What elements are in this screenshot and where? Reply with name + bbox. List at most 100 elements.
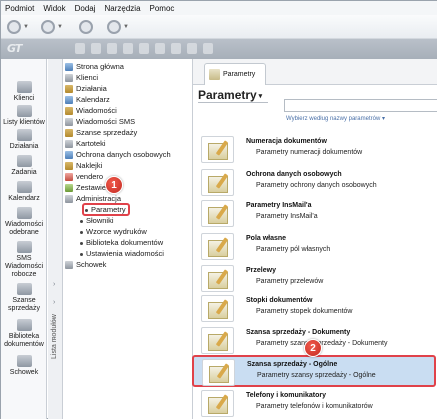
tree-item-klienci[interactable]: Klienci xyxy=(65,73,98,82)
tree-item-dzialania[interactable]: Działania xyxy=(65,84,107,93)
rail-item-klienci[interactable]: Klienci xyxy=(1,81,47,103)
actions-icon xyxy=(16,129,32,141)
parameters-icon xyxy=(201,295,234,322)
param-row-numeracja[interactable]: Numeracja dokumentów Parametry numeracji … xyxy=(193,134,437,165)
bullet-icon xyxy=(85,208,88,212)
refresh-button[interactable] xyxy=(79,18,93,36)
mail-icon[interactable] xyxy=(187,43,197,54)
tree-item-ochrona-danych[interactable]: Ochrona danych osobowych xyxy=(65,150,171,159)
param-row-pola-wlasne[interactable]: Pola własne Parametry pól własnych xyxy=(193,231,437,262)
mail-icon xyxy=(65,106,73,115)
print-icon[interactable] xyxy=(75,43,85,54)
admin-icon xyxy=(65,194,73,203)
calendar-icon xyxy=(16,181,32,193)
tree-subitem-slowniki[interactable]: Słowniki xyxy=(80,216,114,225)
filter-icon[interactable] xyxy=(107,43,117,54)
chevron-right-icon[interactable]: › xyxy=(53,281,55,288)
tree-subitem-biblioteka-dokumentow[interactable]: Biblioteka dokumentów xyxy=(80,238,163,247)
tree-item-kartoteki[interactable]: Kartoteki xyxy=(65,139,106,148)
clients-icon xyxy=(65,73,73,82)
vendero-icon xyxy=(65,172,73,181)
rail-item-szanse-sprzedazy[interactable]: Szanse sprzedaży xyxy=(1,283,47,313)
tree-subitem-wzorce-wydrukow[interactable]: Wzorce wydruków xyxy=(80,227,147,236)
help-button[interactable]: ▼ xyxy=(107,18,129,36)
lock-icon[interactable] xyxy=(203,43,213,54)
client-lists-icon xyxy=(16,105,32,117)
tree-item-schowek[interactable]: Schowek xyxy=(65,260,106,269)
search-input[interactable] xyxy=(284,99,437,112)
rail-item-wiadomosci-odebrane[interactable]: Wiadomości odebrane xyxy=(1,207,47,237)
menu-podmiot[interactable]: Podmiot xyxy=(5,4,34,13)
parameters-icon xyxy=(201,136,234,163)
ribbon-icons xyxy=(75,43,213,54)
chevron-down-icon: ▼ xyxy=(57,24,63,30)
export-icon[interactable] xyxy=(91,43,101,54)
tree-subitem-parametry[interactable]: Parametry xyxy=(82,203,130,216)
rail-item-zadania[interactable]: Zadania xyxy=(1,155,47,177)
bullet-icon xyxy=(80,252,83,256)
delete-icon[interactable] xyxy=(139,43,149,54)
param-row-telefony[interactable]: Telefony i komunikatory Parametry telefon… xyxy=(193,388,437,419)
sticker-icon xyxy=(65,161,73,170)
tab-parametry[interactable]: Parametry xyxy=(204,63,266,85)
menu-narzedzia[interactable]: Narzędzia xyxy=(105,4,141,13)
back-button[interactable]: ▼ xyxy=(7,18,29,36)
rail-item-listy-klientow[interactable]: Listy klientów xyxy=(1,105,47,127)
parameters-icon xyxy=(201,233,234,260)
param-row-ochrona-danych[interactable]: Ochrona danych osobowych Parametry ochron… xyxy=(193,167,437,198)
rail-item-biblioteka[interactable]: Biblioteka dokumentów xyxy=(1,319,47,349)
tree-item-wiadomosci-sms[interactable]: Wiadomości SMS xyxy=(65,117,135,126)
search-by-name-link[interactable]: Wybierz według nazwy parametrów ▾ xyxy=(286,115,385,122)
tree-subitem-ustawienia-wiadomosci[interactable]: Ustawienia wiadomości xyxy=(80,249,164,258)
clipboard-icon xyxy=(65,260,73,269)
toolbar: ▼ ▼ ▼ xyxy=(1,15,437,39)
tree-item-strona-glowna[interactable]: Strona główna xyxy=(65,62,124,71)
actions-icon xyxy=(65,84,73,93)
user-icon[interactable] xyxy=(171,43,181,54)
forward-button[interactable]: ▼ xyxy=(41,18,63,36)
tasks-icon xyxy=(16,155,32,167)
module-rail: Klienci Listy klientów Działania Zadania… xyxy=(1,59,47,419)
chevron-down-icon: ▼ xyxy=(23,24,29,30)
back-icon xyxy=(7,20,21,34)
parameters-icon xyxy=(202,359,235,386)
inbox-icon xyxy=(16,207,32,219)
document-library-icon xyxy=(16,319,32,331)
tree-item-administracja[interactable]: Administracja xyxy=(65,194,121,203)
param-row-szansa-ogolne[interactable]: Szansa sprzedaży - Ogólne Parametry szans… xyxy=(192,355,436,387)
param-row-przelewy[interactable]: Przelewy Parametry przelewów xyxy=(193,263,437,294)
chevron-down-icon: ▼ xyxy=(123,24,129,30)
rail-item-kalendarz[interactable]: Kalendarz xyxy=(1,181,47,203)
tree-item-naklejki[interactable]: Naklejki xyxy=(65,161,102,170)
menu-bar: Podmiot Widok Dodaj Narzędzia Pomoc xyxy=(1,1,437,15)
param-row-stopki[interactable]: Stopki dokumentów Parametry stopek dokume… xyxy=(193,293,437,324)
tree-item-vendero[interactable]: vendero xyxy=(65,172,103,181)
rail-item-schowek[interactable]: Schowek xyxy=(1,355,47,377)
parameters-icon xyxy=(201,200,234,227)
parameters-icon xyxy=(209,69,220,80)
tree-item-szanse-sprzedazy[interactable]: Szanse sprzedaży xyxy=(65,128,137,137)
menu-dodaj[interactable]: Dodaj xyxy=(75,4,96,13)
chevron-right-icon[interactable]: › xyxy=(53,299,55,306)
param-row-insmail[interactable]: Parametry InsMail'a Parametry InsMail'a xyxy=(193,198,437,229)
menu-widok[interactable]: Widok xyxy=(43,4,65,13)
module-list-strip[interactable] xyxy=(48,59,63,419)
sms-drafts-icon xyxy=(16,241,32,253)
tree-item-kalendarz[interactable]: Kalendarz xyxy=(65,95,110,104)
rail-item-sms-robocze[interactable]: SMS Wiadomości robocze xyxy=(1,241,47,279)
chevron-down-icon: ▾ xyxy=(382,116,386,122)
ribbon-strip xyxy=(1,39,437,59)
home-icon xyxy=(65,62,73,71)
rail-item-dzialania[interactable]: Działania xyxy=(1,129,47,151)
files-icon xyxy=(65,139,73,148)
save-icon[interactable] xyxy=(123,43,133,54)
tree-item-wiadomosci[interactable]: Wiadomości xyxy=(65,106,117,115)
step-badge-2: 2 xyxy=(304,339,322,357)
menu-pomoc[interactable]: Pomoc xyxy=(150,4,175,13)
page-title[interactable]: Parametry ▾ xyxy=(198,88,269,103)
parameters-icon xyxy=(201,265,234,292)
help-icon xyxy=(107,20,121,34)
forward-icon xyxy=(41,20,55,34)
settings-icon[interactable] xyxy=(155,43,165,54)
bullet-icon xyxy=(80,219,83,223)
